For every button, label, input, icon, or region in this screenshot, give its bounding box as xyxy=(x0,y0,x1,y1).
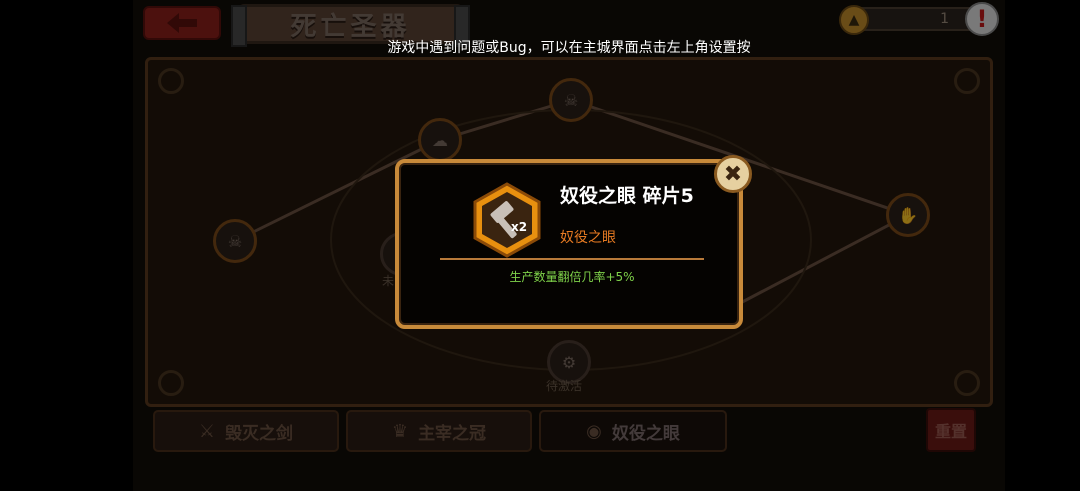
eye-icon: ◉ xyxy=(586,420,602,442)
node-status-label: 未 xyxy=(382,274,395,288)
close-icon: ✖ xyxy=(723,161,743,187)
fragment-effect: 生产数量翻倍几率+5% xyxy=(509,270,635,284)
artifact-node-top[interactable]: ☠ xyxy=(549,78,593,122)
hammer-icon xyxy=(473,182,541,258)
crown-icon: ♛ xyxy=(391,420,409,442)
helmet-icon: ▲ xyxy=(839,5,869,35)
multiplier-badge: x2 xyxy=(511,220,528,234)
skull-icon: ☠ xyxy=(563,90,579,110)
artifact-node-right[interactable]: ✋ xyxy=(886,193,930,237)
node-status-label: 待激活 xyxy=(546,379,583,393)
fragment-set-name: 奴役之眼 xyxy=(560,230,616,246)
back-button[interactable] xyxy=(143,6,221,40)
fragment-title: 奴役之眼 碎片5 xyxy=(560,185,694,207)
reset-button[interactable]: 重置 xyxy=(926,408,976,452)
tab-label: 毁灭之剑 xyxy=(225,423,294,444)
tab-label: 奴役之眼 xyxy=(611,423,680,444)
sword-icon: ⚔ xyxy=(198,420,216,442)
notice-banner: 游戏中遇到问题或Bug，可以在主城界面点击左上角设置按 xyxy=(387,40,751,56)
artifact-node-upper-left[interactable]: ☁ xyxy=(418,118,462,162)
tab-sword[interactable]: ⚔ 毁灭之剑 xyxy=(153,410,339,452)
resource-count: 1 xyxy=(940,11,949,27)
left-arrow-icon xyxy=(167,13,197,33)
tab-eye[interactable]: ◉ 奴役之眼 xyxy=(539,410,727,452)
exclamation-icon[interactable]: ! xyxy=(965,2,999,36)
tab-label: 主宰之冠 xyxy=(418,423,487,444)
artifact-node-left[interactable]: ☠ xyxy=(213,219,257,263)
gear-icon: ⚙ xyxy=(561,352,577,372)
tab-crown[interactable]: ♛ 主宰之冠 xyxy=(346,410,532,452)
skull-icon: ☠ xyxy=(227,231,243,251)
popup-divider xyxy=(440,258,704,260)
cloud-icon: ☁ xyxy=(432,130,448,150)
hand-icon: ✋ xyxy=(898,205,918,225)
close-button[interactable]: ✖ xyxy=(714,155,752,193)
fragment-badge: x2 xyxy=(469,182,545,258)
